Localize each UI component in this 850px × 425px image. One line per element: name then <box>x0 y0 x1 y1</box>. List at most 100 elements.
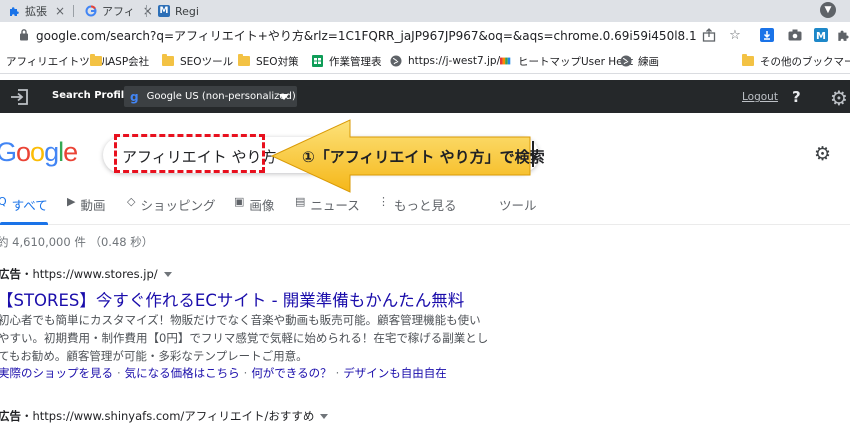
caret-down-icon[interactable] <box>163 272 172 277</box>
tab-divider <box>146 5 147 17</box>
search-tabs: Q すべて ▶ 動画 ◇ ショッピング ▣ 画像 ▤ ニュース ⋮ もっと見る … <box>0 195 850 225</box>
separator: ・ <box>21 409 33 423</box>
folder-icon <box>90 54 102 66</box>
highlight-box <box>114 134 265 173</box>
extensions-puzzle-icon[interactable] <box>834 26 850 44</box>
profile-select[interactable]: g Google US (non-personalized) <box>124 86 297 107</box>
tab-news[interactable]: ▤ ニュース <box>295 195 360 225</box>
tab-label: すべて <box>11 198 48 213</box>
tab-videos[interactable]: ▶ 動画 <box>67 195 105 225</box>
separator: · <box>117 366 121 380</box>
ad-desc-line: てもお勧め。顧客管理が可能・多彩なテンプレートご用意。 <box>0 349 308 363</box>
share-icon[interactable] <box>700 26 718 44</box>
google-logo-letter: e <box>63 137 78 167</box>
search-icon: Q <box>0 195 7 208</box>
browser-tab-title: アフィ <box>102 5 135 18</box>
bookmark-other[interactable]: その他のブックマーク <box>742 52 850 70</box>
tab-images[interactable]: ▣ 画像 <box>234 195 274 225</box>
tag-icon: ◇ <box>127 195 136 208</box>
bookmark-seo-tools[interactable]: SEOツール <box>162 52 233 70</box>
close-icon[interactable]: × <box>143 4 153 18</box>
bookmark-label: その他のブックマーク <box>760 55 850 68</box>
video-icon: ▶ <box>67 195 76 208</box>
tab-more[interactable]: ⋮ もっと見る <box>378 195 457 225</box>
browser-tab-search[interactable]: アフィ × <box>85 0 153 22</box>
tab-shopping[interactable]: ◇ ショッピング <box>127 195 215 225</box>
ad-desc-line: やすい。初期費用・制作費用【0円】でフリマ感覚で気軽に始められる！在宅で稼げる副… <box>0 331 489 345</box>
tab-label: もっと見る <box>394 198 457 213</box>
tab-divider <box>73 5 74 17</box>
ad-url[interactable]: https://www.stores.jp/ <box>33 267 158 281</box>
globe-icon <box>620 55 632 67</box>
tab-label: ショッピング <box>140 198 216 213</box>
help-icon[interactable]: ? <box>792 88 801 106</box>
bookmark-label: ヒートマップUser Heat <box>518 55 634 68</box>
bookmark-heatmap[interactable]: ヒートマップUser Heat <box>500 52 633 70</box>
download-extension-icon[interactable] <box>758 26 776 44</box>
google-g-icon <box>85 5 97 17</box>
logout-link[interactable]: Logout <box>742 91 778 103</box>
tab-label: ツール <box>499 198 537 213</box>
svg-text:M: M <box>816 31 826 42</box>
browser-tab-title: Regi <box>175 4 199 18</box>
ad-sitelinks: 実際のショップを見る · 気になる価格はこちら · 何ができるの？ · デザインも自由自在 <box>0 365 447 381</box>
bookmark-seo[interactable]: SEO対策 <box>238 52 299 70</box>
m-logo-icon[interactable]: M <box>812 26 830 44</box>
chevron-down-icon[interactable]: ▼ <box>820 2 836 18</box>
ad-badge: 広告 <box>0 409 21 423</box>
browser-tab-extensions[interactable]: 拡張 × <box>8 0 65 22</box>
star-icon[interactable]: ☆ <box>726 26 744 44</box>
ad-url[interactable]: https://www.shinyafs.com/アフィリエイト/おすすめ <box>33 409 315 423</box>
bookmark-label: SEO対策 <box>256 55 299 68</box>
ad-header: 広告・https://www.stores.jp/ <box>0 266 172 282</box>
tab-label: 画像 <box>249 198 275 213</box>
bookmark-work-sheet[interactable]: 作業管理表 <box>311 52 382 70</box>
callout-label: ①「アフィリエイト やり方」で検索 <box>302 148 545 166</box>
gear-icon[interactable]: ⚙ <box>830 86 848 110</box>
ad-description: 初心者でも簡単にカスタマイズ！物販だけでなく音楽や動画も販売可能。顧客管理機能も… <box>0 311 518 365</box>
address-bar[interactable]: google.com/search?q=アフィリエイト+やり方&rlz=1C1F… <box>36 27 696 44</box>
active-tab-indicator <box>0 222 48 225</box>
separator: · <box>335 366 340 380</box>
result-stats: 約 4,610,000 件 （0.48 秒） <box>0 235 154 249</box>
google-logo-letter: o <box>16 137 31 167</box>
bookmark-jwest[interactable]: https://j-west7.jp/ <box>390 52 500 70</box>
tab-all[interactable]: Q すべて <box>0 195 48 225</box>
bookmark-label: SEOツール <box>180 55 234 68</box>
settings-gear-icon[interactable]: ⚙ <box>814 143 831 165</box>
caret-down-icon <box>279 94 289 100</box>
browser-tab-register[interactable]: M Regi <box>158 0 199 22</box>
browser-tab-title: 拡張 <box>25 5 47 18</box>
sitelink[interactable]: 気になる価格はこちら <box>125 366 240 380</box>
tab-tools[interactable]: ツール <box>499 195 537 225</box>
sitelink[interactable]: デザインも自由自在 <box>343 366 447 380</box>
bookmark-renga[interactable]: 練画 <box>620 52 659 70</box>
google-logo-letter: g <box>44 137 59 167</box>
sitelink[interactable]: 何ができるの？ <box>251 366 331 380</box>
tab-strip: 拡張 × アフィ × M Regi ▼ <box>0 0 850 22</box>
sign-in-icon[interactable] <box>10 88 30 106</box>
google-logo-letter: o <box>30 137 45 167</box>
tab-label: 動画 <box>80 198 106 213</box>
sitelink[interactable]: 実際のショップを見る <box>0 366 113 380</box>
search-box-edge <box>532 141 534 167</box>
close-icon[interactable]: × <box>55 4 65 18</box>
lock-icon[interactable] <box>19 28 29 41</box>
news-icon: ▤ <box>295 195 306 208</box>
caret-down-icon[interactable] <box>320 414 329 419</box>
ad-title-link[interactable]: 【STORES】今すぐ作れるECサイト - 開業準備もかんたん無料 <box>0 287 464 311</box>
search-profiles-bar: Search Profiles g Google US (non-persona… <box>0 80 850 113</box>
more-icon: ⋮ <box>378 195 389 208</box>
google-logo-letter: G <box>0 137 17 167</box>
camera-icon[interactable] <box>786 26 804 44</box>
bookmark-label: 作業管理表 <box>329 55 382 68</box>
bookmark-label: ASP会社 <box>108 55 150 68</box>
globe-icon <box>390 55 402 67</box>
folder-icon <box>238 54 250 66</box>
google-g-icon: g <box>130 89 139 104</box>
bookmark-asp[interactable]: ASP会社 <box>90 52 149 70</box>
puzzle-icon <box>8 5 20 17</box>
google-logo[interactable]: Google <box>0 137 78 168</box>
ad-badge: 広告 <box>0 267 21 281</box>
tab-label: ニュース <box>310 198 360 213</box>
